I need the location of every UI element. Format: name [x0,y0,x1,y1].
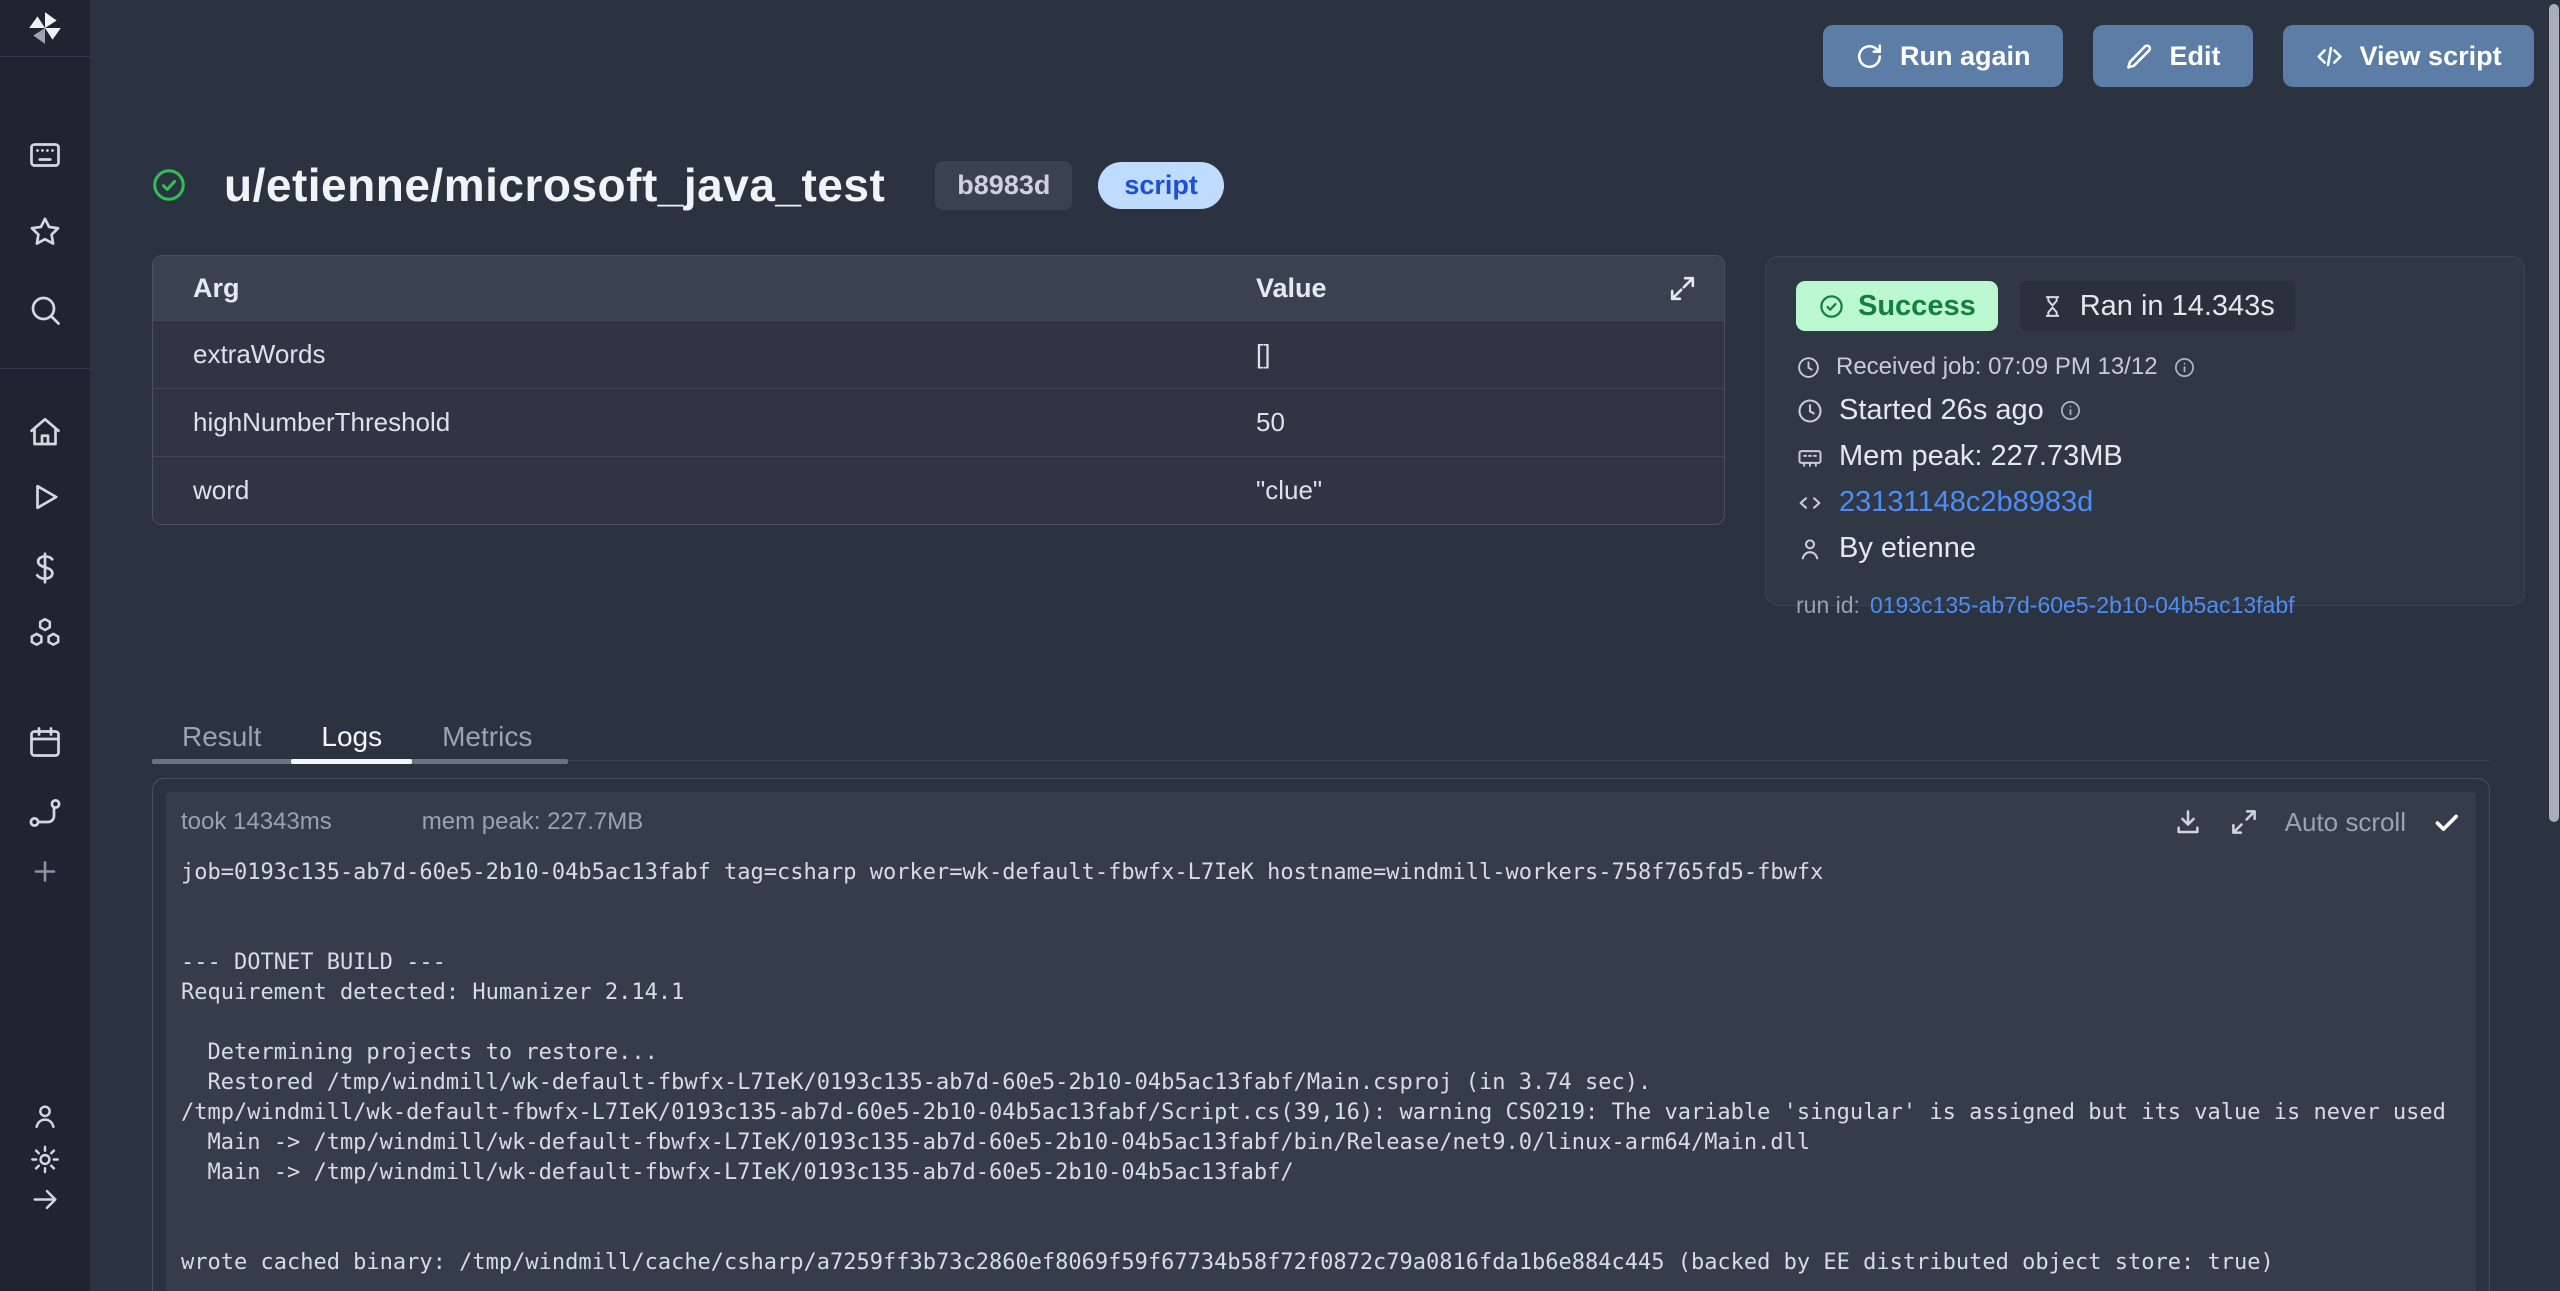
check-circle-icon [1818,293,1845,320]
schedules-calendar-icon[interactable] [27,724,63,760]
person-icon [1796,535,1824,563]
auto-scroll-checkbox[interactable] [2432,808,2461,837]
arg-value: "clue" [1256,475,1724,506]
author-text: By etienne [1839,532,1976,565]
toolbar: Run again Edit View script [1823,25,2534,87]
table-row: word "clue" [153,456,1724,524]
logs-tab-panel: took 14343ms mem peak: 227.7MB Auto scro… [152,778,2490,1291]
duration-chip: Ran in 14.343s [2020,281,2295,331]
log-took: took 14343ms [181,808,332,836]
script-hash-row: 23131148c2b8983d [1796,486,2494,519]
favorites-star-icon[interactable] [27,214,63,250]
arg-name: highNumberThreshold [153,407,1256,438]
expand-args-icon[interactable] [1667,273,1698,304]
table-row: highNumberThreshold 50 [153,388,1724,456]
run-id-label: run id: [1796,592,1860,618]
expand-log-icon[interactable] [2229,807,2259,837]
check-icon [2432,808,2461,837]
code-icon [1796,489,1824,517]
view-script-label: View script [2360,41,2502,72]
search-icon[interactable] [27,292,63,328]
windmill-logo[interactable] [0,0,90,57]
status-badge: Success [1796,281,1998,331]
arg-value: [] [1256,339,1724,370]
run-id-row: run id: 0193c135-ab7d-60e5-2b10-04b5ac13f… [1796,592,2494,619]
settings-gear-icon[interactable] [30,1144,61,1175]
run-again-label: Run again [1900,41,2031,72]
hash-badge: b8983d [935,161,1072,210]
home-icon[interactable] [27,414,63,450]
auto-scroll-label: Auto scroll [2285,807,2406,838]
author-row: By etienne [1796,532,2494,565]
page-title: u/etienne/microsoft_java_test [224,158,885,212]
title-row: u/etienne/microsoft_java_test b8983d scr… [150,158,1224,212]
arg-column-header: Arg [153,273,1256,304]
apps-keyboard-icon[interactable] [27,137,63,173]
success-check-circle-icon [150,166,188,204]
job-status-card: Success Ran in 14.343s Received job: 07:… [1765,256,2525,606]
log-mem-peak: mem peak: 227.7MB [422,808,643,836]
arg-value: 50 [1256,407,1724,438]
script-kind-badge[interactable]: script [1098,162,1224,209]
started-row: Started 26s ago [1796,394,2494,427]
script-hash-link[interactable]: 23131148c2b8983d [1839,486,2093,519]
arg-name: extraWords [153,339,1256,370]
tab-metrics[interactable]: Metrics [412,712,562,762]
log-viewer: took 14343ms mem peak: 227.7MB Auto scro… [166,792,2476,1291]
received-job-row: Received job: 07:09 PM 13/12 [1796,353,2494,381]
download-log-icon[interactable] [2173,807,2203,837]
variables-dollar-icon[interactable] [27,550,63,586]
info-icon[interactable] [2173,356,2196,379]
resources-boxes-icon[interactable] [27,615,63,651]
user-person-icon[interactable] [30,1101,61,1132]
sidebar-separator [0,368,90,369]
page-scrollbar[interactable] [2549,4,2559,822]
flows-route-icon[interactable] [27,795,63,831]
memory-icon [1796,443,1824,471]
received-job-text: Received job: 07:09 PM 13/12 [1836,353,2158,381]
started-text: Started 26s ago [1839,394,2044,427]
arg-name: word [153,475,1256,506]
args-table-header: Arg Value [153,256,1724,320]
clock-icon [1796,355,1821,380]
value-column-header: Value [1256,273,1667,304]
sidebar [0,0,90,1291]
log-text: job=0193c135-ab7d-60e5-2b10-04b5ac13fabf… [181,858,2461,1278]
tab-result[interactable]: Result [152,712,291,762]
tab-logs[interactable]: Logs [291,712,412,762]
duration-label: Ran in 14.343s [2080,290,2275,323]
edit-button[interactable]: Edit [2093,25,2253,87]
hourglass-icon [2040,294,2065,319]
edit-label: Edit [2170,41,2221,72]
code-icon [2315,42,2344,71]
args-table: Arg Value extraWords [] highNumberThresh… [152,255,1725,525]
table-row: extraWords [] [153,320,1724,388]
refresh-icon [1855,42,1884,71]
mem-peak-text: Mem peak: 227.73MB [1839,440,2123,473]
pencil-icon [2125,42,2154,71]
mem-peak-row: Mem peak: 227.73MB [1796,440,2494,473]
view-script-button[interactable]: View script [2283,25,2534,87]
status-label: Success [1858,290,1976,323]
result-tabs: Result Logs Metrics [152,712,568,762]
info-icon[interactable] [2059,399,2082,422]
run-again-button[interactable]: Run again [1823,25,2063,87]
clock-icon [1796,397,1824,425]
log-header: took 14343ms mem peak: 227.7MB Auto scro… [181,792,2461,852]
runs-play-icon[interactable] [27,479,63,515]
run-id-link[interactable]: 0193c135-ab7d-60e5-2b10-04b5ac13fabf [1870,592,2295,618]
add-plus-icon[interactable] [30,856,61,887]
collapse-arrow-right-icon[interactable] [30,1184,61,1215]
